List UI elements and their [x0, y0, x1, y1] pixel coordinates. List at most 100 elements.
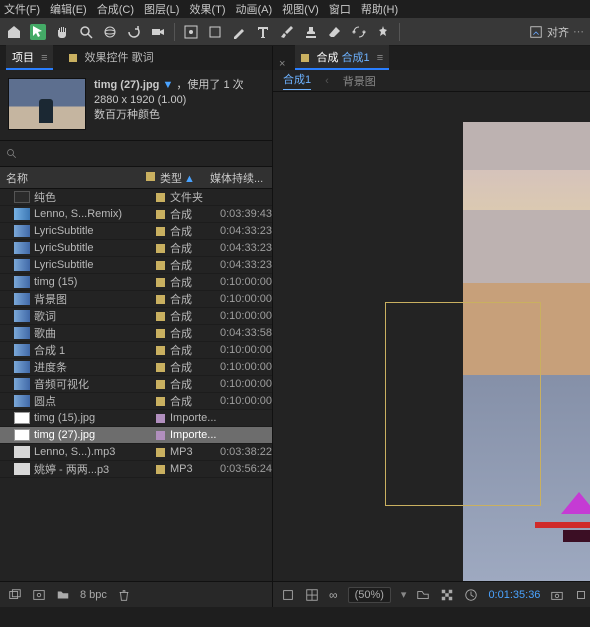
tab-effect-controls[interactable]: 效果控件 歌词: [63, 45, 159, 70]
item-label-swatch[interactable]: [150, 210, 170, 219]
project-item[interactable]: 歌曲合成0:04:33:58: [0, 325, 272, 342]
snapshot-icon[interactable]: [550, 588, 564, 602]
pen-tool-icon[interactable]: [231, 24, 247, 40]
item-label-swatch[interactable]: [150, 346, 170, 355]
item-label-swatch[interactable]: [150, 397, 170, 406]
col-type[interactable]: 类型▲: [160, 170, 210, 186]
item-type: 文件夹: [170, 189, 220, 205]
item-label-swatch[interactable]: [150, 329, 170, 338]
item-label-swatch[interactable]: [150, 448, 170, 457]
project-item[interactable]: 音频可视化合成0:10:00:00: [0, 376, 272, 393]
project-item[interactable]: 姚婷 - 两两...p3MP30:03:56:24: [0, 461, 272, 478]
trash-icon[interactable]: [117, 588, 131, 602]
project-item[interactable]: 进度条合成0:10:00:00: [0, 359, 272, 376]
orbit-tool-icon[interactable]: [102, 24, 118, 40]
project-item[interactable]: LyricSubtitle合成0:04:33:23: [0, 257, 272, 274]
item-label-swatch[interactable]: [150, 431, 170, 440]
mask-toggle-icon[interactable]: ∞: [329, 588, 338, 602]
project-item[interactable]: 背景图合成0:10:00:00: [0, 291, 272, 308]
snap-toggle[interactable]: 对齐 ⋯: [529, 24, 584, 40]
item-label-swatch[interactable]: [150, 414, 170, 423]
grid-icon[interactable]: [305, 588, 319, 602]
transparency-grid-icon[interactable]: [440, 588, 454, 602]
item-label-swatch[interactable]: [150, 312, 170, 321]
item-label-swatch[interactable]: [150, 363, 170, 372]
text-tool-icon[interactable]: [255, 24, 271, 40]
col-label[interactable]: [140, 172, 160, 184]
current-timecode[interactable]: 0:01:35:36: [488, 589, 540, 601]
item-label-swatch[interactable]: [150, 244, 170, 253]
menu-file[interactable]: 文件(F): [4, 1, 40, 17]
zoom-percentage[interactable]: (50%): [348, 587, 391, 603]
project-search[interactable]: [0, 141, 272, 167]
tab-composition[interactable]: 合成 合成1 ≡: [295, 45, 389, 70]
item-type: 合成: [170, 223, 220, 239]
menu-edit[interactable]: 编辑(E): [50, 1, 87, 17]
project-item[interactable]: Lenno, S...).mp3MP30:03:38:22: [0, 444, 272, 461]
item-label-swatch[interactable]: [150, 295, 170, 304]
new-comp-icon[interactable]: [32, 588, 46, 602]
puppet-tool-icon[interactable]: [375, 24, 391, 40]
panel-menu-icon[interactable]: ≡: [377, 52, 383, 64]
item-label-swatch[interactable]: [150, 227, 170, 236]
shape-tool-icon[interactable]: [207, 24, 223, 40]
item-type: 合成: [170, 206, 220, 222]
interpret-footage-icon[interactable]: [8, 588, 22, 602]
project-item[interactable]: 合成 1合成0:10:00:00: [0, 342, 272, 359]
menu-comp[interactable]: 合成(C): [97, 1, 134, 17]
panel-menu-icon[interactable]: ≡: [41, 52, 47, 64]
roto-tool-icon[interactable]: [351, 24, 367, 40]
item-label-swatch[interactable]: [150, 193, 170, 202]
viewer-canvas[interactable]: [273, 92, 590, 581]
asset-name: timg (27).jpg: [94, 79, 159, 91]
rotate-tool-icon[interactable]: [126, 24, 142, 40]
project-item[interactable]: timg (15)合成0:10:00:00: [0, 274, 272, 291]
brush-tool-icon[interactable]: [279, 24, 295, 40]
composition-frame[interactable]: [463, 122, 590, 581]
tab-project[interactable]: 项目 ≡: [6, 45, 53, 70]
asset-thumbnail[interactable]: [8, 78, 86, 130]
project-item[interactable]: 圆点合成0:10:00:00: [0, 393, 272, 410]
project-item[interactable]: LyricSubtitle合成0:04:33:23: [0, 223, 272, 240]
project-item[interactable]: 纯色文件夹: [0, 189, 272, 206]
new-folder-icon[interactable]: [56, 588, 70, 602]
project-item[interactable]: timg (15).jpgImporte...: [0, 410, 272, 427]
col-duration[interactable]: 媒体持续...: [210, 170, 272, 186]
home-icon[interactable]: [6, 24, 22, 40]
item-label-swatch[interactable]: [150, 380, 170, 389]
project-item[interactable]: timg (27).jpgImporte...: [0, 427, 272, 444]
col-name[interactable]: 名称: [0, 170, 140, 186]
layer-selection-bounds[interactable]: [385, 302, 541, 506]
snap-options-icon[interactable]: ⋯: [573, 25, 584, 38]
project-item[interactable]: 歌词合成0:10:00:00: [0, 308, 272, 325]
bpc-toggle[interactable]: 8 bpc: [80, 589, 107, 601]
selection-tool-icon[interactable]: [30, 24, 46, 40]
timecode-icon[interactable]: [464, 588, 478, 602]
camera-tool-icon[interactable]: [150, 24, 166, 40]
item-label-swatch[interactable]: [150, 278, 170, 287]
chevron-down-icon[interactable]: ▾: [401, 588, 407, 601]
hand-tool-icon[interactable]: [54, 24, 70, 40]
anchor-tool-icon[interactable]: [183, 24, 199, 40]
close-comp-tab-icon[interactable]: ×: [279, 58, 285, 70]
eraser-tool-icon[interactable]: [327, 24, 343, 40]
region-icon[interactable]: [574, 588, 588, 602]
menu-view[interactable]: 视图(V): [282, 1, 319, 17]
menu-anim[interactable]: 动画(A): [236, 1, 273, 17]
project-item[interactable]: LyricSubtitle合成0:04:33:23: [0, 240, 272, 257]
menu-layer[interactable]: 图层(L): [144, 1, 179, 17]
tab-color-icon: [301, 54, 309, 62]
menu-help[interactable]: 帮助(H): [361, 1, 398, 17]
project-item-list[interactable]: 纯色文件夹Lenno, S...Remix)合成0:03:39:43LyricS…: [0, 189, 272, 581]
zoom-tool-icon[interactable]: [78, 24, 94, 40]
menu-effect[interactable]: 效果(T): [189, 1, 225, 17]
item-label-swatch[interactable]: [150, 261, 170, 270]
stamp-tool-icon[interactable]: [303, 24, 319, 40]
item-label-swatch[interactable]: [150, 465, 170, 474]
resolution-icon[interactable]: [416, 588, 430, 602]
subtab-comp1[interactable]: 合成1: [283, 71, 311, 90]
menu-window[interactable]: 窗口: [329, 1, 351, 17]
project-item[interactable]: Lenno, S...Remix)合成0:03:39:43: [0, 206, 272, 223]
subtab-bg[interactable]: 背景图: [343, 73, 376, 89]
magnify-icon[interactable]: [281, 588, 295, 602]
